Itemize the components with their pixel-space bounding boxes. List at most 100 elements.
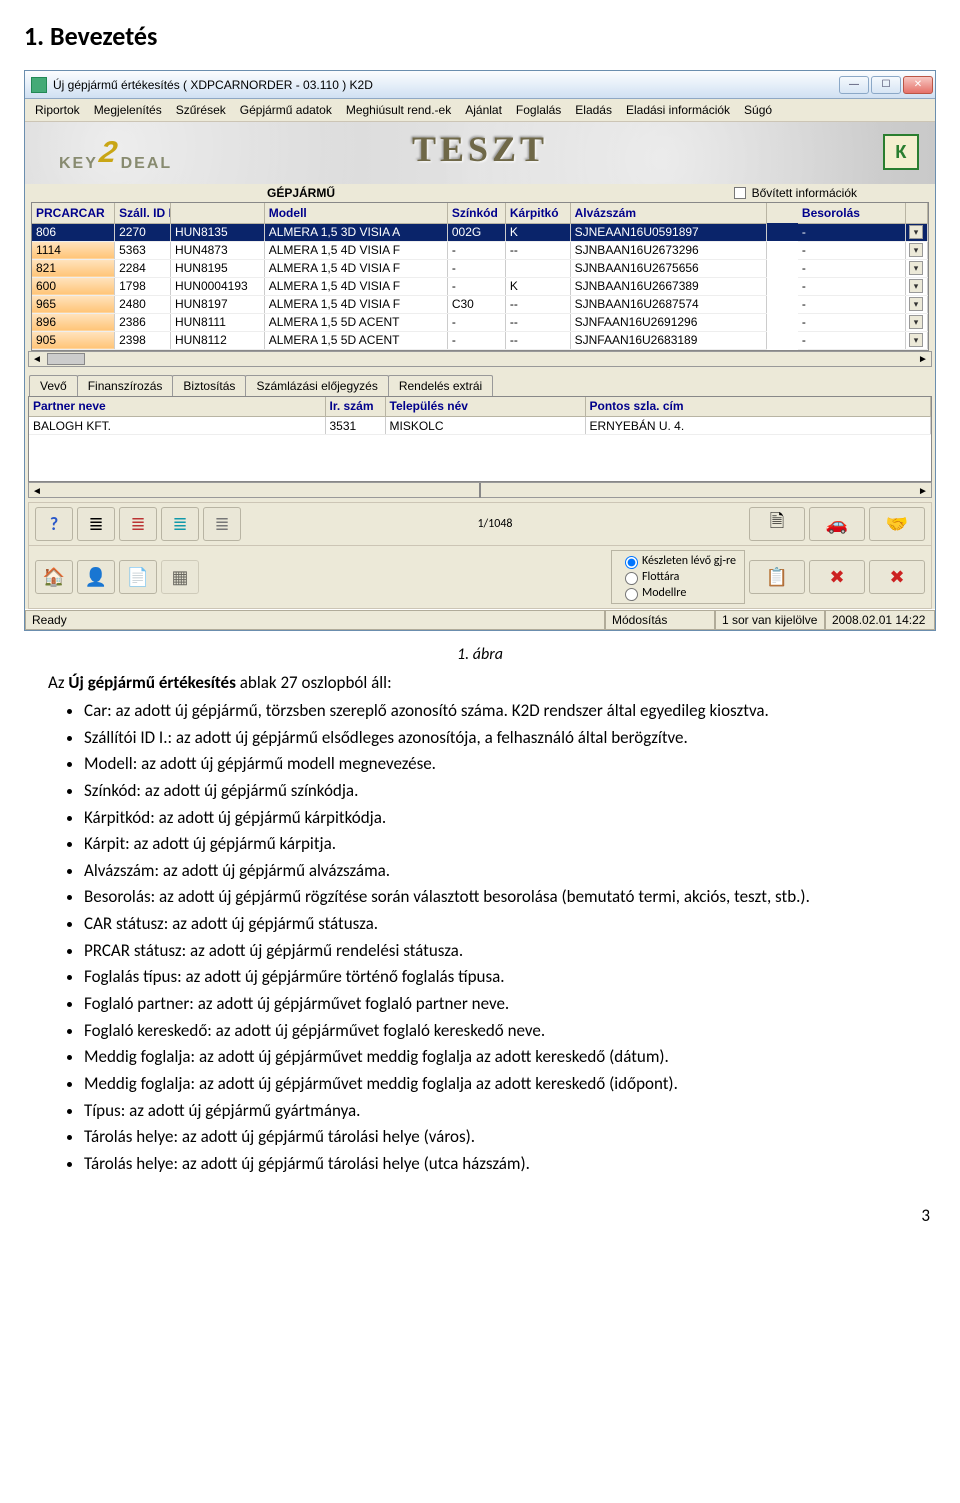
- cancel-x-button[interactable]: ✖: [809, 560, 865, 594]
- table-row[interactable]: 9052398HUN8112ALMERA 1,5 5D ACENT---SJNF…: [32, 331, 928, 349]
- table-row[interactable]: 11145363HUN4873ALMERA 1,5 4D VISIA F---S…: [32, 241, 928, 259]
- list-item: CAR státusz: az adott új gépjármű státus…: [84, 912, 936, 937]
- list-item: Modell: az adott új gépjármű modell megn…: [84, 752, 936, 777]
- list-item: Kárpitkód: az adott új gépjármű kárpitkó…: [84, 806, 936, 831]
- customer-grid[interactable]: Partner neveIr. számTelepülés névPontos …: [29, 397, 931, 436]
- row-dropdown-icon[interactable]: ▾: [909, 279, 923, 293]
- menu-item[interactable]: Megjelenítés: [94, 103, 162, 117]
- table-row[interactable]: BALOGH KFT.3531MISKOLCERNYEBÁN U. 4.: [29, 417, 931, 435]
- filter-radio[interactable]: Flottára: [620, 569, 736, 585]
- tab[interactable]: Számlázási előjegyzés: [245, 375, 388, 396]
- grid-title: GÉPJÁRMŰ: [267, 186, 335, 200]
- list-item: PRCAR státusz: az adott új gépjármű rend…: [84, 939, 936, 964]
- list2-button[interactable]: ≣: [119, 507, 157, 541]
- list1-button[interactable]: ≣: [77, 507, 115, 541]
- grid-header[interactable]: Besorolás: [798, 203, 905, 223]
- list-item: Kárpit: az adott új gépjármű kárpitja.: [84, 832, 936, 857]
- list4-button[interactable]: ≣: [203, 507, 241, 541]
- row-dropdown-icon[interactable]: ▾: [909, 261, 923, 275]
- table-row[interactable]: 6001798HUN0004193ALMERA 1,5 4D VISIA F-K…: [32, 277, 928, 295]
- list-item: Car: az adott új gépjármű, törzsben szer…: [84, 699, 936, 724]
- table-row[interactable]: 8062270HUN8135ALMERA 1,5 3D VISIA A002GK…: [32, 223, 928, 241]
- statusbar: Ready Módosítás 1 sor van kijelölve 2008…: [25, 609, 935, 630]
- filter-radio-group: Készleten lévő gj-reFlottáraModellre: [611, 550, 745, 604]
- tab[interactable]: Finanszírozás: [77, 375, 174, 396]
- handshake-button[interactable]: 🤝: [869, 507, 925, 541]
- spec-button[interactable]: 📋: [749, 560, 805, 594]
- grid-header[interactable]: Modell: [264, 203, 447, 223]
- grid-header[interactable]: Alvázszám: [570, 203, 767, 223]
- subgrid-header[interactable]: Pontos szla. cím: [585, 397, 931, 417]
- list-item: Szállítói ID I.: az adott új gépjármű el…: [84, 726, 936, 751]
- status-ready: Ready: [25, 610, 605, 630]
- page-number: 3: [24, 1205, 936, 1226]
- menu-item[interactable]: Eladás: [575, 103, 612, 117]
- garage-button[interactable]: 🏠: [35, 560, 73, 594]
- table-row[interactable]: 8212284HUN8195ALMERA 1,5 4D VISIA F-SJNB…: [32, 259, 928, 277]
- doc-button[interactable]: 🗎: [749, 507, 805, 541]
- menu-item[interactable]: Súgó: [744, 103, 772, 117]
- extended-info-label: Bővített információk: [752, 186, 935, 200]
- minimize-button[interactable]: —: [839, 76, 869, 94]
- menu-item[interactable]: Foglalás: [516, 103, 561, 117]
- row-dropdown-icon[interactable]: ▾: [909, 297, 923, 311]
- row-dropdown-icon[interactable]: ▾: [909, 315, 923, 329]
- grid-header[interactable]: Száll. ID I.: [115, 203, 171, 223]
- subgrid-header[interactable]: Település név: [385, 397, 585, 417]
- grid-header[interactable]: [170, 203, 264, 223]
- menu-item[interactable]: Riportok: [35, 103, 80, 117]
- lower-tabs: VevőFinanszírozásBiztosításSzámlázási el…: [29, 375, 931, 396]
- tab[interactable]: Rendelés extrái: [388, 375, 493, 396]
- filter-radio[interactable]: Készleten lévő gj-re: [620, 553, 736, 569]
- titlebar: Új gépjármű értékesítés ( XDPCARNORDER -…: [25, 71, 935, 99]
- status-mode: Módosítás: [605, 610, 715, 630]
- report-button[interactable]: 📄: [119, 560, 157, 594]
- grid-header[interactable]: [905, 203, 927, 223]
- menu-item[interactable]: Gépjármű adatok: [240, 103, 332, 117]
- vehicle-grid[interactable]: PRCARCARSzáll. ID I. ModellSzínkódKárpitk…: [32, 203, 928, 350]
- tab[interactable]: Vevő: [29, 375, 78, 396]
- menu-item[interactable]: Eladási információk: [626, 103, 730, 117]
- list-item: Típus: az adott új gépjármű gyártmánya.: [84, 1099, 936, 1124]
- list-item: Foglaló partner: az adott új gépjárművet…: [84, 992, 936, 1017]
- list-item: Foglalás típus: az adott új gépjárműre t…: [84, 965, 936, 990]
- intro-paragraph: Az Új gépjármű értékesítés ablak 27 oszl…: [48, 672, 936, 693]
- column-description-list: Car: az adott új gépjármű, törzsben szer…: [84, 699, 936, 1177]
- menu-item[interactable]: Szűrések: [176, 103, 226, 117]
- section-heading: 1. Bevezetés: [24, 20, 936, 52]
- row-dropdown-icon[interactable]: ▾: [909, 225, 923, 239]
- grid-hscrollbar[interactable]: ◄►: [28, 351, 932, 367]
- grid-header[interactable]: PRCARCAR: [32, 203, 115, 223]
- list-item: Meddig foglalja: az adott új gépjárművet…: [84, 1072, 936, 1097]
- car-button[interactable]: 🚗: [809, 507, 865, 541]
- menu-item[interactable]: Meghiúsult rend.-ek: [346, 103, 451, 117]
- banner: KEY2DEAL TESZT: [25, 122, 935, 184]
- menu-item[interactable]: Ajánlat: [465, 103, 502, 117]
- table-row[interactable]: 9652480HUN8197ALMERA 1,5 4D VISIA FC30--…: [32, 295, 928, 313]
- cancel-x2-button[interactable]: ✖: [869, 560, 925, 594]
- extended-info-checkbox[interactable]: [734, 187, 746, 199]
- filter-radio[interactable]: Modellre: [620, 585, 736, 601]
- grid-header[interactable]: Színkód: [447, 203, 505, 223]
- grid-header[interactable]: Kárpitkó: [505, 203, 570, 223]
- list-item: Tárolás helye: az adott új gépjármű táro…: [84, 1125, 936, 1150]
- toolbar-top: ? ≣ ≣ ≣ ≣ 1/1048 🗎 🚗 🤝: [28, 502, 932, 546]
- grid-header[interactable]: [767, 203, 798, 223]
- row-dropdown-icon[interactable]: ▾: [909, 333, 923, 347]
- subgrid-header[interactable]: Ir. szám: [325, 397, 385, 417]
- maximize-button[interactable]: ☐: [871, 76, 901, 94]
- customer-tab-pane: Partner neveIr. számTelepülés névPontos …: [28, 396, 932, 483]
- close-button[interactable]: ✕: [903, 76, 933, 94]
- disabled-button: ▦: [161, 560, 199, 594]
- list3-button[interactable]: ≣: [161, 507, 199, 541]
- row-dropdown-icon[interactable]: ▾: [909, 243, 923, 257]
- list-item: Színkód: az adott új gépjármű színkódja.: [84, 779, 936, 804]
- subgrid-hscrollbar[interactable]: ◄►: [28, 482, 932, 498]
- user-button[interactable]: 👤: [77, 560, 115, 594]
- help-button[interactable]: ?: [35, 507, 73, 541]
- subgrid-header[interactable]: Partner neve: [29, 397, 325, 417]
- vehicle-grid-container: PRCARCARSzáll. ID I. ModellSzínkódKárpitk…: [28, 202, 932, 351]
- table-row[interactable]: 8962386HUN8111ALMERA 1,5 5D ACENT---SJNF…: [32, 313, 928, 331]
- list-item: Tárolás helye: az adott új gépjármű táro…: [84, 1152, 936, 1177]
- tab[interactable]: Biztosítás: [172, 375, 246, 396]
